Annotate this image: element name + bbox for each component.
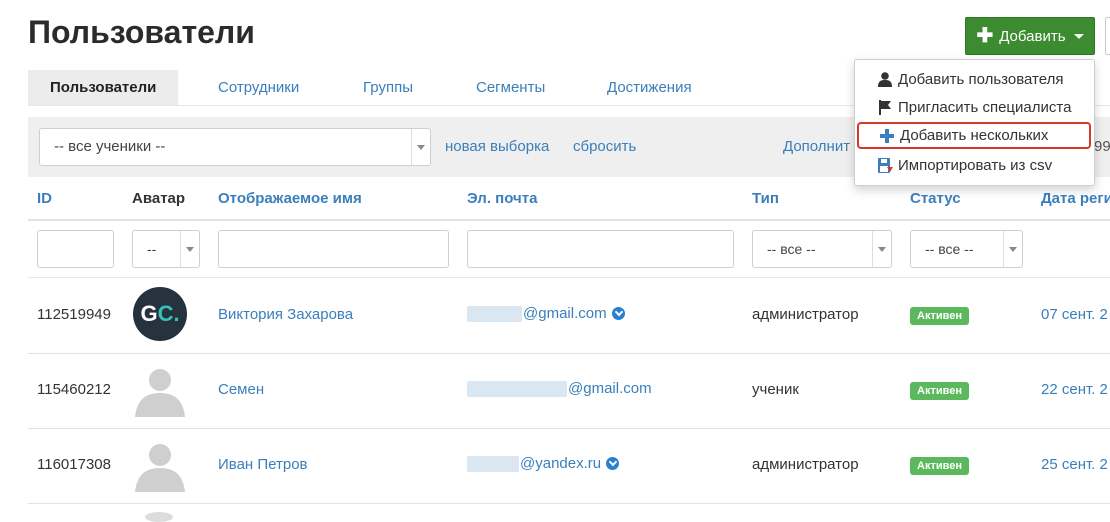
header-divider: [28, 219, 1110, 221]
status-filter-select[interactable]: -- все --: [910, 230, 1023, 268]
status-badge: Активен: [910, 457, 969, 475]
chevron-down-icon: [186, 247, 194, 252]
secondary-button[interactable]: [1105, 17, 1110, 55]
user-email-domain: @gmail.com: [523, 305, 607, 322]
menu-item-invite-specialist[interactable]: Пригласить специалиста: [855, 94, 1094, 121]
status-badge: Активен: [910, 307, 969, 325]
user-id: 116017308: [37, 456, 111, 473]
table-row[interactable]: 116017308 Иван Петров @yandex.ru админис…: [28, 428, 1110, 504]
column-header-name[interactable]: Отображаемое имя: [218, 190, 362, 207]
table-row[interactable]: 115460212 Семен @gmail.com ученик Активе…: [28, 353, 1110, 429]
chevron-down-icon: [878, 247, 886, 252]
plus-icon: [879, 124, 895, 147]
tab-users[interactable]: Пользователи: [28, 70, 179, 105]
user-id: 115460212: [37, 381, 111, 398]
status-filter-value: -- все --: [925, 241, 974, 257]
import-icon: [877, 152, 893, 179]
user-name-link[interactable]: Иван Петров: [218, 456, 308, 473]
column-header-status[interactable]: Статус: [910, 190, 961, 207]
column-header-type[interactable]: Тип: [752, 190, 779, 207]
registration-date[interactable]: 25 сент. 2: [1041, 456, 1108, 473]
menu-item-import-csv[interactable]: Импортировать из csv: [855, 152, 1094, 179]
avatar[interactable]: GC.: [133, 287, 187, 341]
column-header-id[interactable]: ID: [37, 190, 52, 207]
type-filter-select[interactable]: -- все --: [752, 230, 892, 268]
redacted-email-part: [467, 455, 519, 472]
user-type: администратор: [752, 306, 859, 323]
registration-date[interactable]: 07 сент. 2: [1041, 306, 1108, 323]
menu-item-add-multiple[interactable]: Добавить нескольких: [857, 122, 1091, 149]
user-email: @yandex.ru: [467, 455, 620, 472]
table-row[interactable]: 112519949 GC. Виктория Захарова @gmail.c…: [28, 278, 1110, 354]
verified-icon[interactable]: [611, 307, 625, 320]
tab-achievements[interactable]: Достижения: [607, 70, 692, 105]
plus-icon: ✚: [976, 25, 994, 47]
segment-select[interactable]: -- все ученики --: [39, 128, 431, 166]
select-arrow: [1003, 231, 1022, 267]
default-user-icon: [135, 444, 185, 492]
column-header-email[interactable]: Эл. почта: [467, 190, 537, 207]
page-title: Пользователи: [28, 14, 255, 50]
chevron-down-icon: [417, 145, 425, 150]
chevron-down-icon: [1009, 247, 1017, 252]
user-email-domain: @yandex.ru: [520, 455, 602, 472]
redacted-email-part: [467, 305, 522, 322]
column-header-avatar: Аватар: [132, 190, 186, 207]
avatar-filter-select[interactable]: --: [132, 230, 200, 268]
gc-logo-icon: GC.: [140, 301, 180, 326]
redacted-email-part: [467, 380, 567, 397]
user-count: 99: [1094, 138, 1110, 155]
name-filter-input[interactable]: [218, 230, 449, 268]
avatar[interactable]: [133, 438, 187, 492]
default-user-icon: [135, 369, 185, 417]
user-email-domain: @gmail.com: [568, 380, 652, 397]
user-name-link[interactable]: Виктория Захарова: [218, 306, 353, 323]
email-filter-input[interactable]: [467, 230, 734, 268]
tab-groups[interactable]: Группы: [363, 70, 413, 105]
add-dropdown-menu: Добавить пользователя Пригласить специал…: [854, 59, 1095, 186]
user-email: @gmail.com: [467, 380, 652, 397]
type-filter-value: -- все --: [767, 241, 816, 257]
reset-link[interactable]: сбросить: [573, 138, 636, 155]
menu-item-label: Импортировать из csv: [898, 157, 1053, 174]
registration-date[interactable]: 22 сент. 2: [1041, 381, 1108, 398]
select-arrow: [872, 231, 891, 267]
status-badge: Активен: [910, 382, 969, 400]
menu-item-label: Пригласить специалиста: [898, 99, 1072, 116]
verified-icon[interactable]: [606, 457, 620, 470]
user-icon: [877, 66, 893, 93]
more-filters-link[interactable]: Дополнит: [783, 138, 850, 155]
id-filter-input[interactable]: [37, 230, 114, 268]
segment-select-value: -- все ученики --: [54, 138, 166, 155]
menu-item-label: Добавить пользователя: [898, 71, 1064, 88]
new-selection-link[interactable]: новая выборка: [445, 138, 549, 155]
avatar: [145, 512, 173, 522]
avatar[interactable]: [133, 363, 187, 417]
column-header-date[interactable]: Дата реги: [1041, 190, 1110, 207]
user-name-link[interactable]: Семен: [218, 381, 264, 398]
flag-icon: [877, 94, 893, 121]
user-id: 112519949: [37, 306, 111, 323]
user-type: ученик: [752, 381, 799, 398]
avatar-filter-value: --: [147, 241, 157, 257]
menu-item-label: Добавить нескольких: [900, 127, 1049, 144]
user-email: @gmail.com: [467, 305, 625, 322]
caret-down-icon: [1073, 33, 1084, 39]
select-arrow: [180, 231, 199, 267]
select-arrow: [411, 129, 430, 165]
menu-item-add-user[interactable]: Добавить пользователя: [855, 66, 1094, 93]
tab-employees[interactable]: Сотрудники: [218, 70, 299, 105]
user-type: администратор: [752, 456, 859, 473]
add-button-label: Добавить: [999, 27, 1066, 45]
tab-segments[interactable]: Сегменты: [476, 70, 545, 105]
add-button[interactable]: ✚ Добавить: [965, 17, 1095, 55]
